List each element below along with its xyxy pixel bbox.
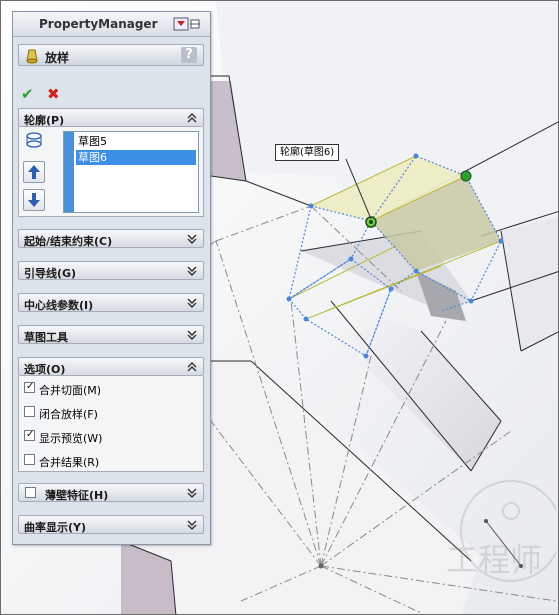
profile-icon (26, 132, 42, 148)
curvature-display-section: 曲率显示(Y) (18, 515, 204, 534)
panel-title: PropertyManager (39, 17, 158, 31)
options-label: 选项(O) (24, 363, 66, 376)
feature-header: 放样 ? (18, 44, 204, 66)
curvature-display-label: 曲率显示(Y) (24, 521, 87, 534)
move-down-button[interactable] (23, 189, 45, 211)
svg-text:工程师: 工程师 (446, 541, 542, 579)
merge-result-checkbox[interactable] (24, 454, 35, 465)
list-color-bar (64, 132, 74, 212)
chevron-down-icon[interactable] (187, 520, 197, 530)
options-section-header[interactable]: 选项(O) (18, 357, 204, 376)
origin-point (318, 563, 324, 569)
sketch-tools-label: 草图工具 (24, 331, 68, 344)
feature-header-bar: 放样 ? (18, 44, 204, 66)
profiles-section-body: 草图5 草图6 (18, 127, 204, 217)
options-section: 选项(O) ✓ 合并切面(M) 闭合放样(F) ✓ 显示预览(W) 合并结果(R… (18, 357, 204, 472)
chevron-down-icon[interactable] (187, 234, 197, 244)
profile-callout: 轮廓(草图6) (275, 144, 340, 161)
chevron-down-icon[interactable] (187, 488, 197, 498)
options-section-body: ✓ 合并切面(M) 闭合放样(F) ✓ 显示预览(W) 合并结果(R) (18, 376, 204, 472)
watermark-logo: 工程师 (446, 480, 556, 582)
centerline-section-header[interactable]: 中心线参数(I) (18, 293, 204, 312)
list-item[interactable]: 草图5 (76, 134, 196, 149)
cancel-x-icon[interactable]: ✖ (47, 85, 60, 103)
property-manager-panel: PropertyManager 放样 ? ✔ ✖ 轮廓(P) 草图5 草图6 起… (12, 11, 211, 545)
move-up-icon (28, 165, 40, 179)
chevron-down-icon[interactable] (187, 266, 197, 276)
feature-name: 放样 (45, 51, 70, 65)
move-up-button[interactable] (23, 161, 45, 183)
option-label: 闭合放样(F) (39, 408, 98, 421)
ok-check-icon[interactable]: ✔ (21, 85, 34, 103)
curvature-display-section-header[interactable]: 曲率显示(Y) (18, 515, 204, 534)
thin-feature-section: 薄壁特征(H) (18, 483, 204, 502)
start-end-label: 起始/结束约束(C) (24, 235, 113, 248)
profiles-section-header[interactable]: 轮廓(P) (18, 108, 204, 127)
property-manager-titlebar: PropertyManager (13, 12, 210, 37)
centerline-section: 中心线参数(I) (18, 293, 204, 312)
close-loft-checkbox[interactable] (24, 406, 35, 417)
ok-cancel-group: ✔ ✖ (21, 85, 81, 103)
checkmark-icon: ✓ (26, 429, 35, 440)
guide-curves-section-header[interactable]: 引导线(G) (18, 261, 204, 280)
chevron-up-icon[interactable] (187, 113, 197, 123)
merge-tangent-faces-checkbox[interactable]: ✓ (24, 381, 35, 393)
connector-handle-2-inner (369, 220, 373, 224)
chevron-up-icon[interactable] (187, 362, 197, 372)
profiles-section: 轮廓(P) 草图5 草图6 (18, 108, 204, 217)
close-loft-option[interactable]: 闭合放样(F) (24, 403, 194, 421)
merge-tangent-faces-option[interactable]: ✓ 合并切面(M) (24, 379, 194, 397)
show-preview-checkbox[interactable]: ✓ (24, 429, 35, 441)
profiles-label: 轮廓(P) (24, 114, 65, 127)
thin-feature-section-header[interactable]: 薄壁特征(H) (18, 483, 204, 502)
checkmark-icon: ✓ (26, 381, 35, 392)
thin-feature-checkbox[interactable] (25, 487, 36, 498)
list-item-selected[interactable]: 草图6 (76, 150, 196, 165)
centerline-label: 中心线参数(I) (24, 299, 94, 312)
guide-curves-label: 引导线(G) (24, 267, 77, 280)
thin-feature-label: 薄壁特征(H) (45, 489, 109, 502)
chevron-down-icon[interactable] (187, 330, 197, 340)
guide-curves-section: 引导线(G) (18, 261, 204, 280)
connector-handle-1[interactable] (460, 170, 472, 182)
application-frame: 轮廓(草图6) 工程师 PropertyManager 放样 ? ✔ ✖ 轮廓(… (0, 0, 559, 615)
option-label: 合并结果(R) (39, 456, 100, 469)
sketch-tools-section: 草图工具 (18, 325, 204, 344)
profiles-list[interactable]: 草图5 草图6 (63, 131, 199, 213)
option-label: 显示预览(W) (39, 432, 103, 445)
merge-result-option[interactable]: 合并结果(R) (24, 451, 194, 469)
move-down-icon (28, 193, 40, 207)
sketch-tools-section-header[interactable]: 草图工具 (18, 325, 204, 344)
help-icon[interactable]: ? (181, 47, 197, 63)
loft-icon (26, 49, 38, 64)
show-preview-option[interactable]: ✓ 显示预览(W) (24, 427, 194, 445)
chevron-down-icon[interactable] (187, 298, 197, 308)
option-label: 合并切面(M) (39, 384, 102, 397)
start-end-section: 起始/结束约束(C) (18, 229, 204, 248)
start-end-section-header[interactable]: 起始/结束约束(C) (18, 229, 204, 248)
pin-icon[interactable] (173, 17, 201, 31)
